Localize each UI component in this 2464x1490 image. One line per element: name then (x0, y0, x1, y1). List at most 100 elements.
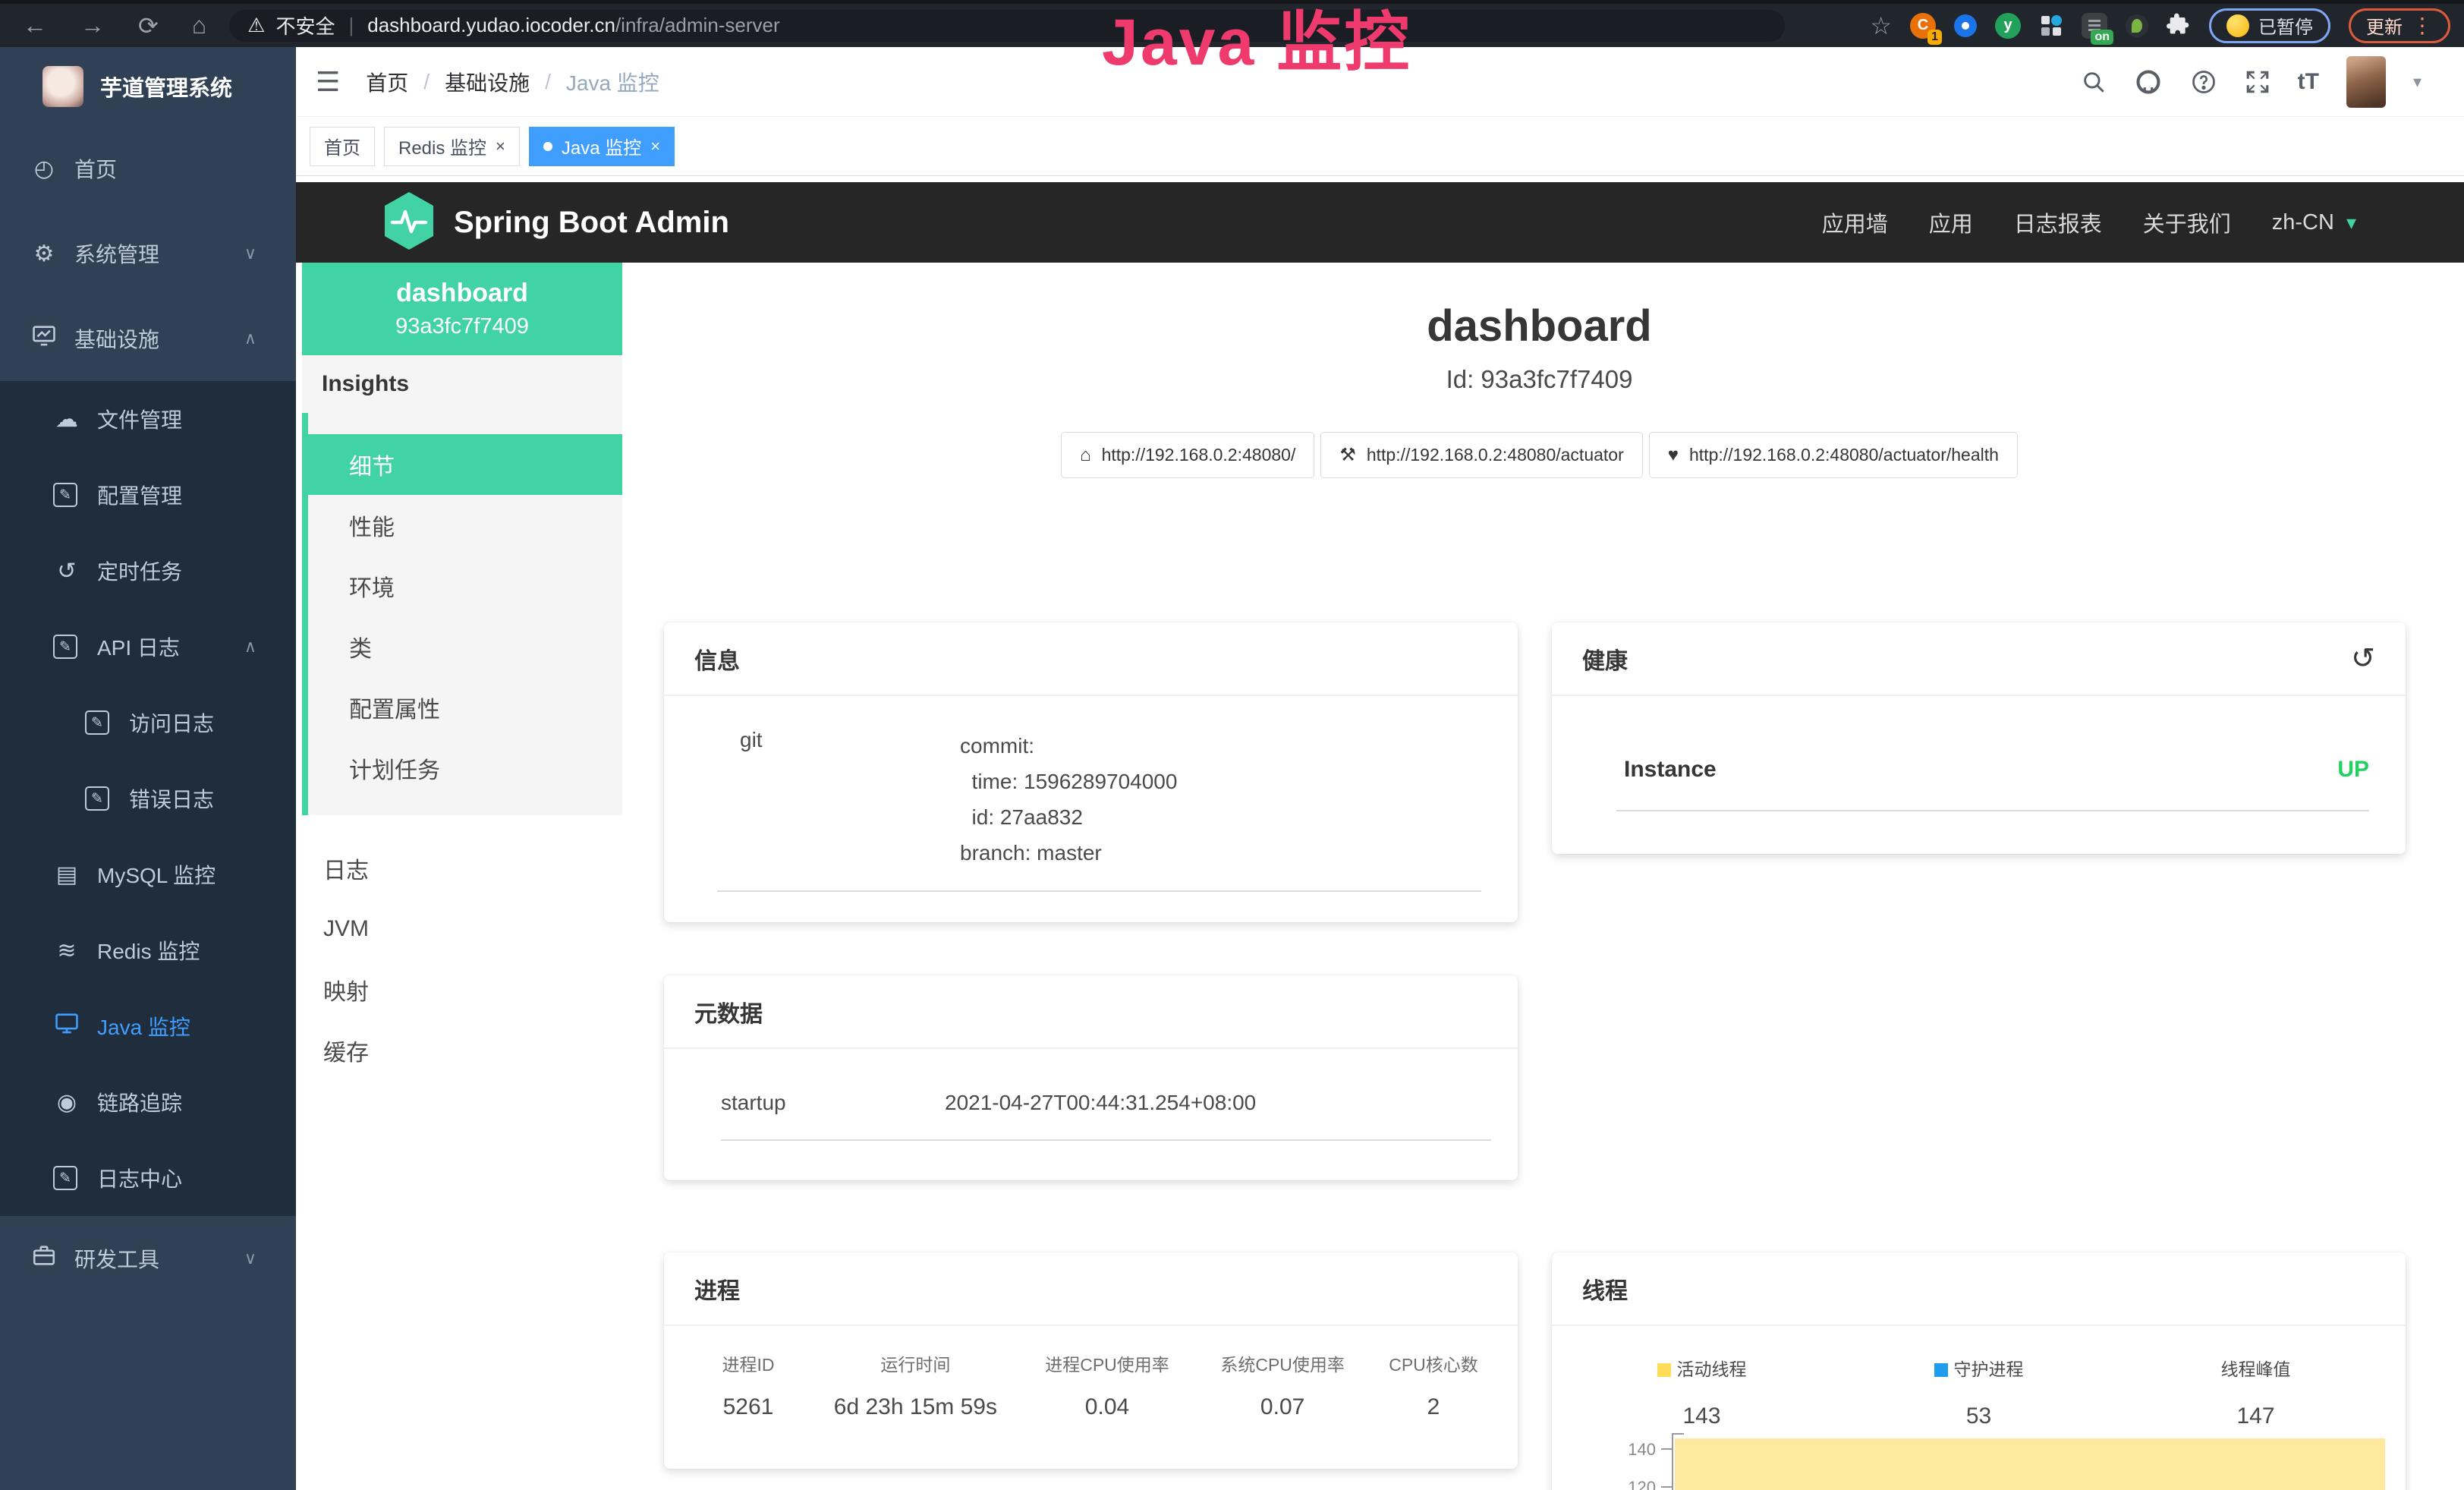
sidebar-item-home[interactable]: ◴ 首页 (0, 126, 296, 211)
sba-locale-select[interactable]: zh-CN (2272, 210, 2334, 235)
sba-nav-wallboard[interactable]: 应用墙 (1822, 206, 1888, 238)
sidebar-item-label: 系统管理 (74, 238, 159, 269)
sidebar-item-access-logs[interactable]: ✎ 访问日志 (0, 685, 296, 761)
sidebar-item-label: 错误日志 (129, 783, 214, 814)
font-size-icon[interactable]: tT (2298, 69, 2319, 95)
chevron-down-icon: ∨ (244, 1249, 256, 1268)
sidebar-item-infrastructure[interactable]: 基础设施 ∧ (0, 296, 296, 381)
sba-nav-about[interactable]: 关于我们 (2143, 206, 2231, 238)
info-git-value: commit: time: 1596289704000 id: 27aa832 … (960, 728, 1177, 871)
browser-forward-icon[interactable]: → (80, 11, 105, 39)
breadcrumb-infrastructure[interactable]: 基础设施 (445, 67, 530, 97)
breadcrumb-home[interactable]: 首页 (366, 67, 408, 97)
extension-pin-icon[interactable] (1954, 14, 1977, 37)
browser-back-icon[interactable]: ← (23, 11, 47, 39)
sidebar-item-label: 研发工具 (74, 1243, 159, 1274)
sidebar-item-label: 日志中心 (97, 1163, 182, 1193)
recording-paused-pill[interactable]: 已暂停 (2209, 8, 2330, 43)
user-avatar[interactable] (2346, 56, 2386, 108)
sba-nav-journal[interactable]: 日志报表 (2014, 206, 2102, 238)
browser-menu-dots-icon[interactable]: ⋮ (2412, 13, 2433, 38)
extensions-puzzle-icon[interactable] (2167, 11, 2191, 39)
avatar-caret-icon[interactable]: ▾ (2413, 72, 2422, 92)
tab-java-monitor[interactable]: Java 监控 × (529, 127, 675, 166)
on-lines (2088, 24, 2101, 27)
sidebar-item-java-monitor[interactable]: Java 监控 (0, 988, 296, 1064)
sidebar-item-log-center[interactable]: ✎ 日志中心 (0, 1140, 296, 1216)
sidebar-item-dev-tools[interactable]: 研发工具 ∨ (0, 1216, 296, 1301)
service-url-button[interactable]: ⌂ http://192.168.0.2:48080/ (1061, 432, 1314, 478)
help-icon[interactable] (2190, 68, 2217, 96)
search-icon[interactable] (2081, 69, 2107, 95)
sidebar-item-config-mgmt[interactable]: ✎ 配置管理 (0, 457, 296, 533)
extension-leaf-icon[interactable] (2126, 14, 2148, 37)
extension-on-icon[interactable]: on (2082, 13, 2107, 39)
browser-home-icon[interactable]: ⌂ (192, 11, 206, 39)
history-icon[interactable]: ↺ (2351, 641, 2375, 676)
row-divider (717, 890, 1481, 892)
security-label: 不安全 (275, 11, 335, 39)
tab-home[interactable]: 首页 (310, 127, 375, 166)
bookmark-star-icon[interactable]: ☆ (1870, 11, 1892, 40)
monitor-chart-icon (30, 323, 58, 354)
health-url-button[interactable]: ♥ http://192.168.0.2:48080/actuator/heal… (1649, 432, 2018, 478)
sidebar-item-error-logs[interactable]: ✎ 错误日志 (0, 761, 296, 836)
close-icon[interactable]: × (650, 137, 660, 156)
extension-letter: C (1918, 17, 1928, 34)
chrome-update-button[interactable]: 更新 ⋮ (2349, 8, 2450, 43)
sidebar-item-tracing[interactable]: ◉ 链路追踪 (0, 1064, 296, 1140)
process-col-value: 6d 23h 15m 59s (813, 1394, 1018, 1420)
extension-y-icon[interactable]: y (1995, 13, 2021, 39)
actuator-url-label: http://192.168.0.2:48080/actuator (1367, 445, 1624, 465)
sba-menu-insights[interactable]: Insights (302, 355, 622, 413)
sba-menu-config-props[interactable]: 配置属性 (308, 677, 622, 738)
sidebar-item-label: 链路追踪 (97, 1087, 182, 1117)
sba-menu-logs[interactable]: 日志 (302, 838, 622, 899)
sidebar-item-mysql-monitor[interactable]: ▤ MySQL 监控 (0, 836, 296, 912)
app-main: ☰ 首页 / 基础设施 / Java 监控 (296, 47, 2464, 1490)
sba-brand-title[interactable]: Spring Boot Admin (454, 206, 729, 240)
fullscreen-icon[interactable] (2245, 69, 2270, 95)
app-logo-row[interactable]: 芋道管理系统 (0, 47, 296, 126)
close-icon[interactable]: × (496, 137, 505, 156)
tags-view-bar: 首页 Redis 监控 × Java 监控 × (296, 117, 2464, 176)
wrench-icon: ⚒ (1339, 444, 1356, 466)
threads-daemon-value: 53 (1840, 1403, 2117, 1429)
sba-nav-applications[interactable]: 应用 (1929, 206, 1973, 238)
pin-dot (1962, 22, 1969, 30)
process-col-header: 系统CPU使用率 (1197, 1350, 1368, 1376)
locale-caret-icon[interactable]: ▾ (2346, 211, 2356, 235)
sba-menu-caches[interactable]: 缓存 (302, 1020, 622, 1081)
sba-instance-header[interactable]: dashboard 93a3fc7f7409 (302, 263, 622, 355)
sba-menu-classes[interactable]: 类 (308, 616, 622, 677)
actuator-url-button[interactable]: ⚒ http://192.168.0.2:48080/actuator (1320, 432, 1642, 478)
sidebar-item-scheduled-jobs[interactable]: ↺ 定时任务 (0, 533, 296, 609)
sidebar-item-redis-monitor[interactable]: ≋ Redis 监控 (0, 912, 296, 988)
sba-menu-scheduled-tasks[interactable]: 计划任务 (308, 738, 622, 799)
sidebar-item-system-mgmt[interactable]: ⚙ 系统管理 ∨ (0, 211, 296, 296)
sidebar-item-api-logs[interactable]: ✎ API 日志 ∧ (0, 609, 296, 685)
sba-insights-menu: 细节 性能 环境 类 配置属性 计划任务 (302, 413, 622, 815)
sba-instance-name: dashboard (396, 279, 528, 308)
breadcrumb: 首页 / 基础设施 / Java 监控 (366, 67, 659, 97)
browser-reload-icon[interactable]: ⟳ (138, 11, 159, 40)
sba-menu-mappings[interactable]: 映射 (302, 959, 622, 1020)
sba-menu-metrics[interactable]: 性能 (308, 495, 622, 556)
gear-icon: ⚙ (30, 241, 58, 267)
extension-grid-icon[interactable] (2039, 14, 2063, 38)
sba-header: Spring Boot Admin 应用墙 应用 日志报表 关于我们 zh-CN… (296, 182, 2464, 263)
sidebar-item-file-mgmt[interactable]: ☁ 文件管理 (0, 381, 296, 457)
address-bar[interactable]: ⚠ 不安全 | dashboard.yudao.iocoder.cn /infr… (229, 10, 1785, 42)
sba-menu-environment[interactable]: 环境 (308, 556, 622, 616)
health-instance-label[interactable]: Instance (1624, 757, 1717, 783)
tab-redis-monitor[interactable]: Redis 监控 × (384, 127, 520, 166)
sba-menu-jvm[interactable]: JVM (302, 899, 622, 959)
sba-logo-icon[interactable] (381, 191, 437, 255)
briefcase-icon (30, 1243, 58, 1274)
extension-colorzilla-icon[interactable]: C 1 (1910, 13, 1936, 39)
sba-menu-details[interactable]: 细节 (308, 434, 622, 495)
security-warning-icon[interactable]: ⚠ (247, 14, 265, 37)
github-icon[interactable] (2134, 68, 2163, 96)
hamburger-icon[interactable]: ☰ (316, 66, 340, 98)
edit-icon: ✎ (53, 483, 77, 507)
